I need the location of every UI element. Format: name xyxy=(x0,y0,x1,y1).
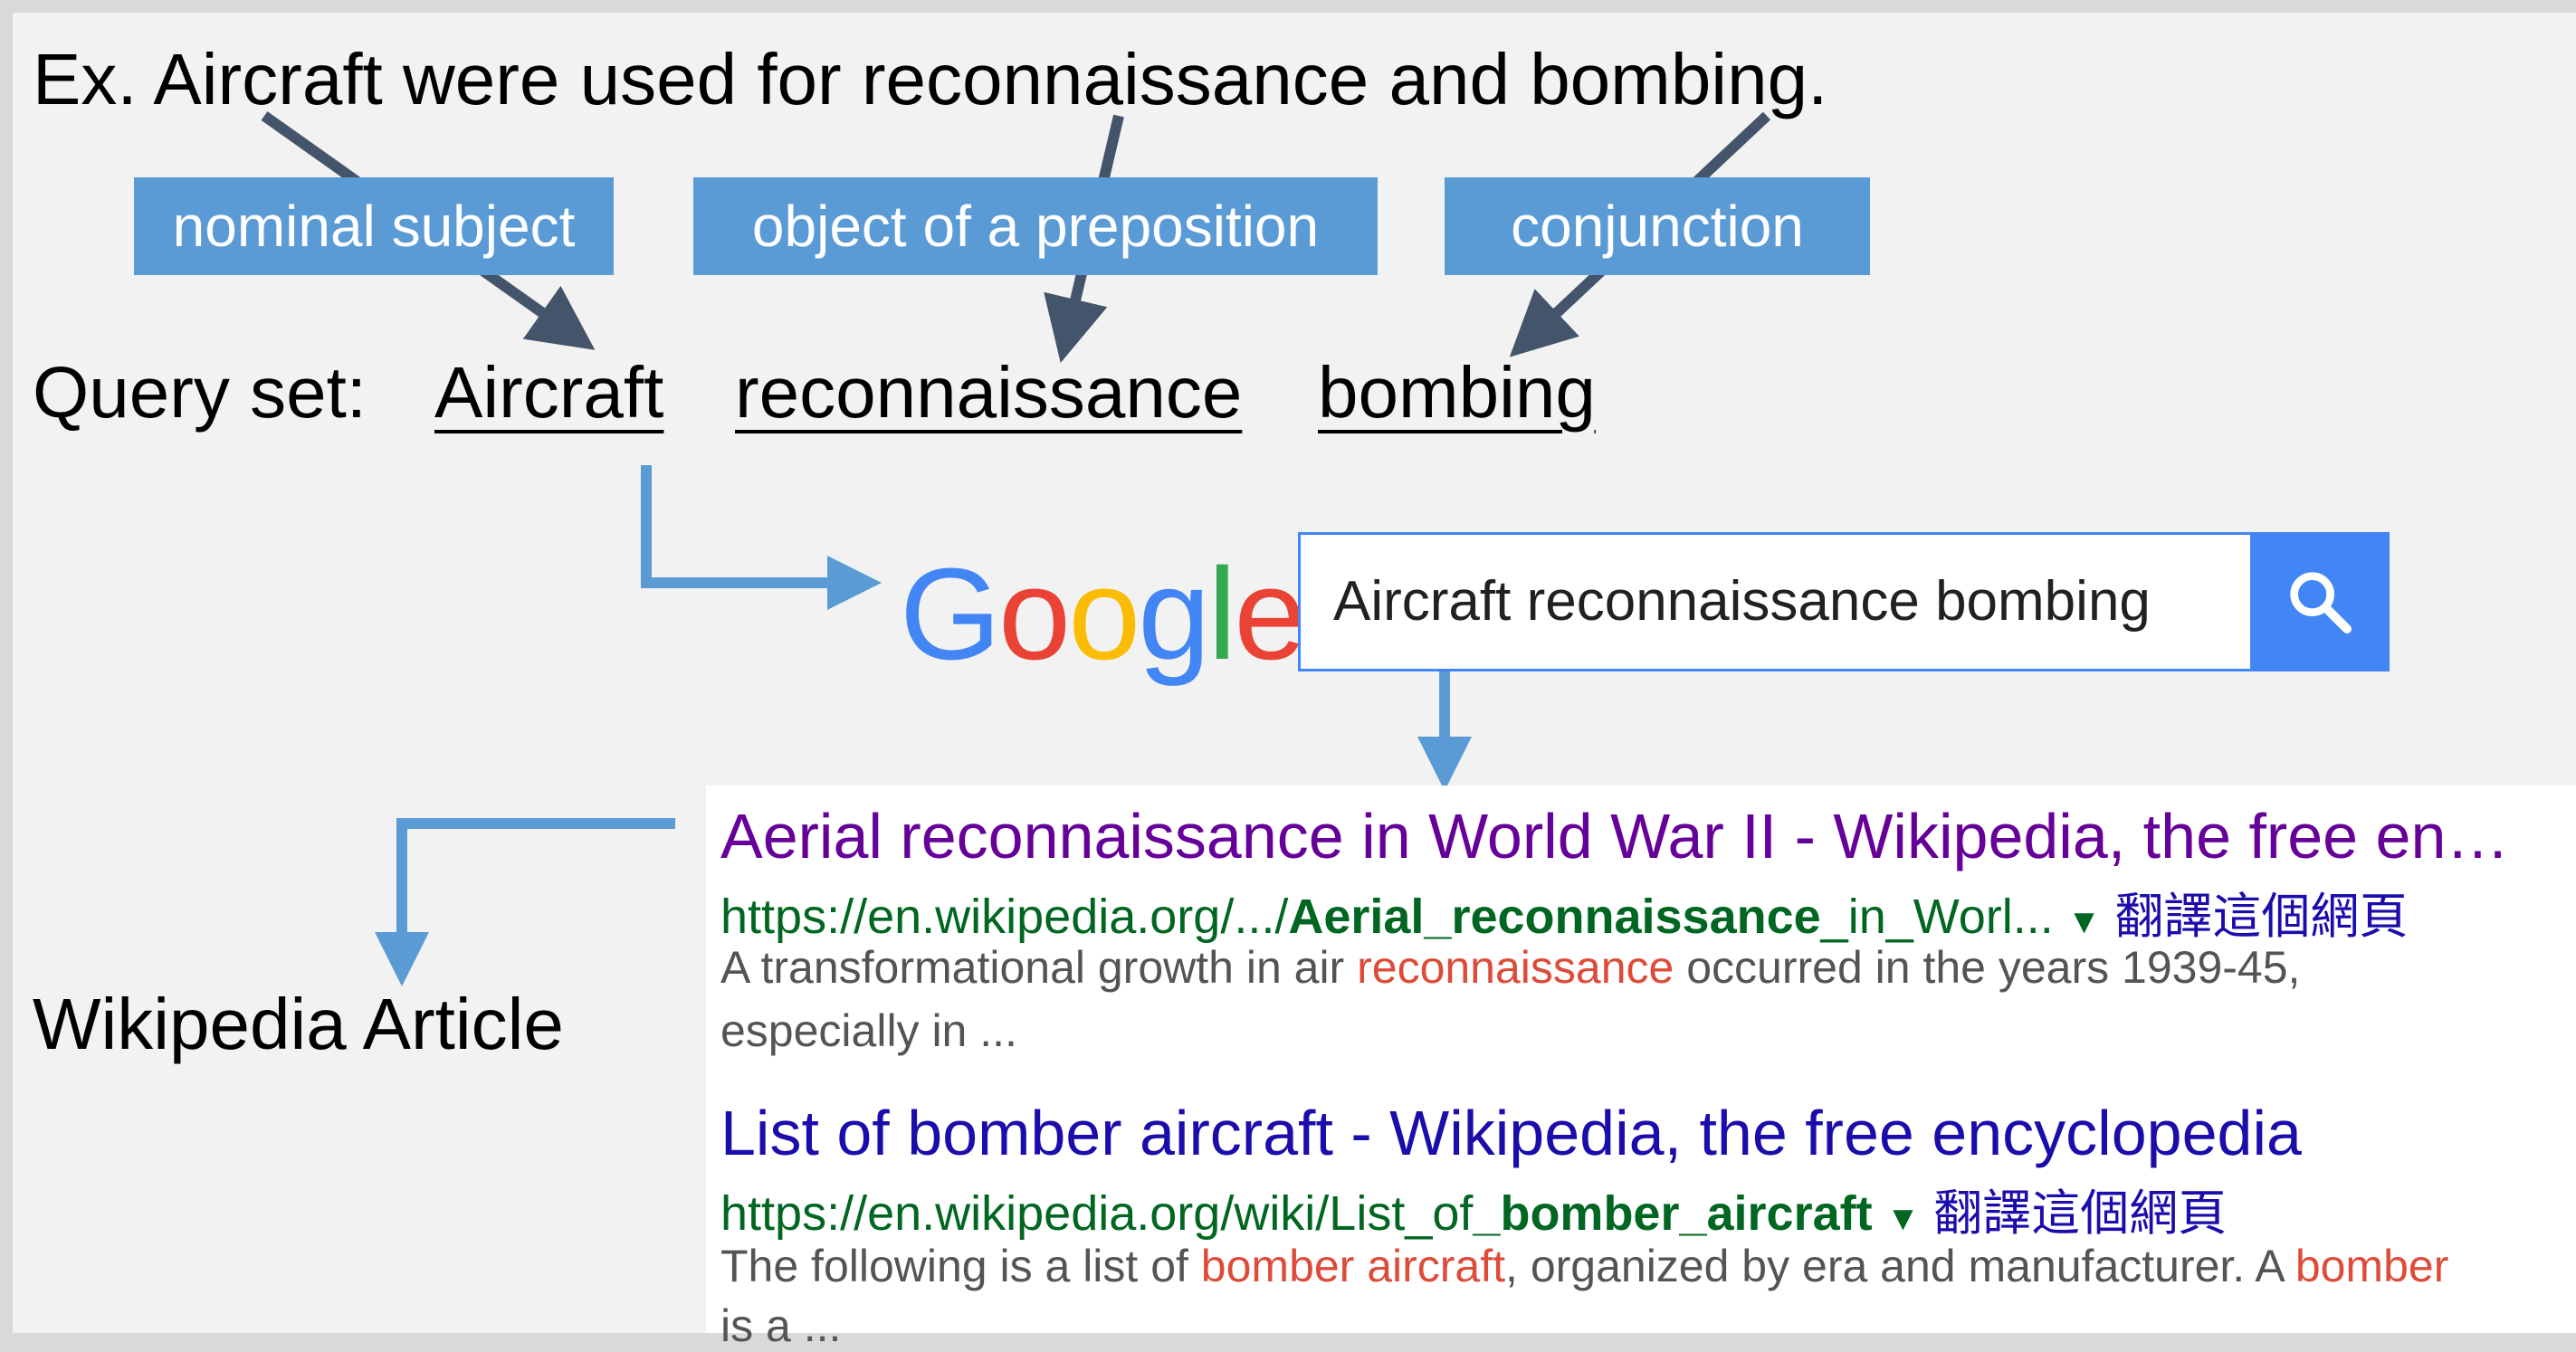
search-results: Aerial reconnaissance in World War II - … xyxy=(706,785,2576,1351)
query-set-label: Query set: xyxy=(33,352,367,433)
label-object-of-preposition: object of a preposition xyxy=(693,177,1378,275)
search-button[interactable] xyxy=(2250,532,2390,671)
label-conjunction: conjunction xyxy=(1445,177,1870,275)
arrow-results-to-article xyxy=(375,818,675,986)
google-logo-letter: e xyxy=(1234,541,1306,687)
arrow-query-to-google xyxy=(641,465,882,610)
magnifier-icon xyxy=(2290,572,2352,633)
google-logo: Google xyxy=(900,539,1306,690)
google-logo-letter: g xyxy=(1138,541,1210,687)
result-snippet-1a: A transformational growth in air reconna… xyxy=(720,942,2301,993)
output-label: Wikipedia Article xyxy=(33,984,564,1064)
translate-link-2[interactable]: 翻譯這個網頁 xyxy=(1933,1186,2227,1241)
result-snippet-2b: is a ... xyxy=(720,1300,842,1351)
dropdown-arrow-icon[interactable]: ▼ xyxy=(2067,903,2102,941)
google-logo-letter: G xyxy=(900,541,1001,687)
label-nominal-subject: nominal subject xyxy=(134,177,614,275)
result-title-1[interactable]: Aerial reconnaissance in World War II - … xyxy=(720,800,2509,872)
query-word-aircraft: Aircraft xyxy=(434,352,664,433)
result-snippet-2a: The following is a list of bomber aircra… xyxy=(720,1241,2449,1291)
google-logo-letter: o xyxy=(998,541,1071,687)
result-snippet-1b: especially in ... xyxy=(720,1005,1017,1056)
google-logo-letter: l xyxy=(1207,541,1236,687)
diagram-canvas: Ex. Aircraft were used for reconnaissanc… xyxy=(13,13,2576,1351)
result-url-1[interactable]: https://en.wikipedia.org/.../Aerial_reco… xyxy=(720,876,2408,947)
result-url-2[interactable]: https://en.wikipedia.org/wiki/List_of_bo… xyxy=(720,1173,2227,1244)
query-word-reconnaissance: reconnaissance xyxy=(735,352,1243,433)
search-box[interactable]: Aircraft reconnaissance bombing xyxy=(1298,532,2390,671)
search-input[interactable]: Aircraft reconnaissance bombing xyxy=(1333,569,2151,633)
google-logo-letter: o xyxy=(1068,541,1140,687)
translate-link-1[interactable]: 翻譯這個網頁 xyxy=(2114,890,2408,944)
dropdown-arrow-icon[interactable]: ▼ xyxy=(1886,1200,1921,1238)
result-title-2[interactable]: List of bomber aircraft - Wikipedia, the… xyxy=(720,1097,2302,1169)
query-word-bombing: bombing xyxy=(1318,352,1596,433)
